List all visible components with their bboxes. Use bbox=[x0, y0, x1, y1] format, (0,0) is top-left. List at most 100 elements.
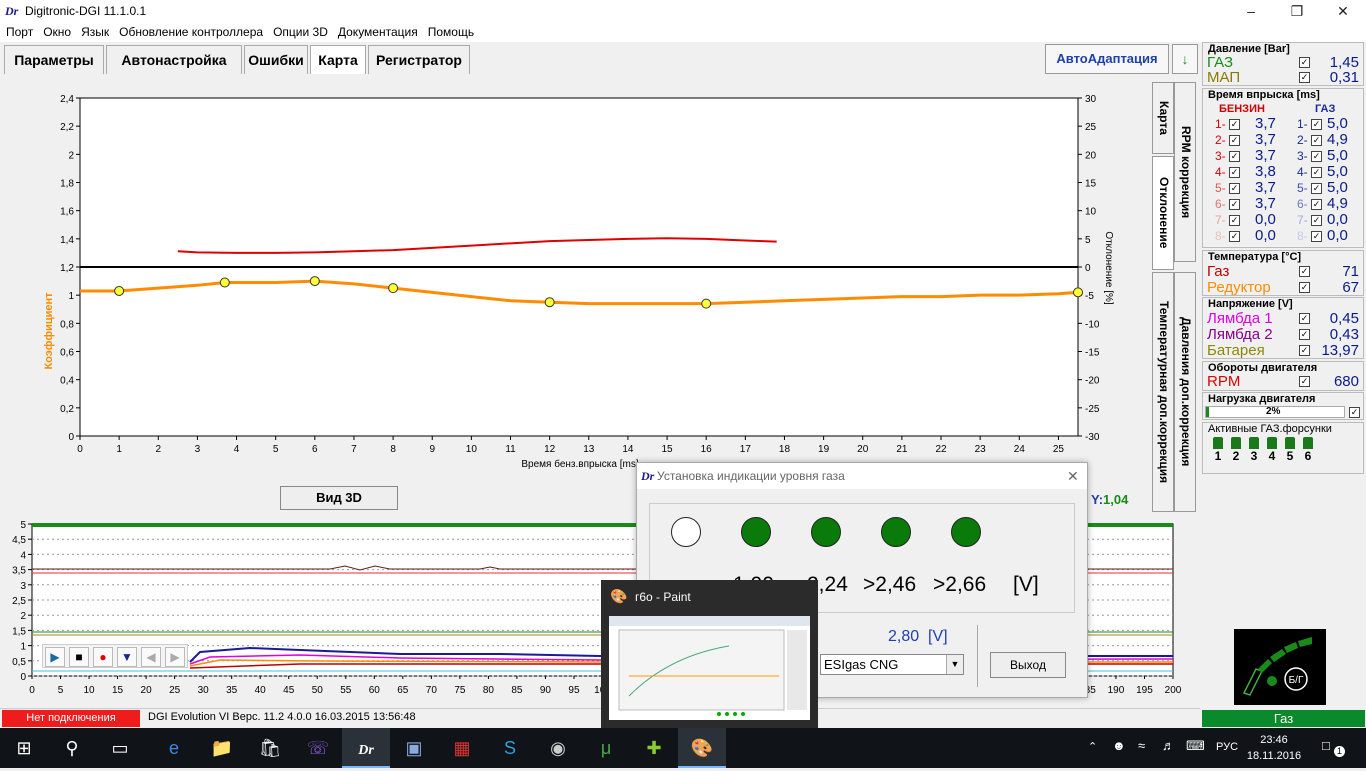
exit-button[interactable]: Выход bbox=[990, 652, 1066, 678]
search-icon[interactable]: ⚲ bbox=[48, 728, 96, 768]
menu-documentation[interactable]: Документация bbox=[332, 22, 422, 39]
paint-taskbar-icon[interactable]: 🎨 bbox=[678, 728, 726, 768]
digitronic-taskbar-icon[interactable]: Dr bbox=[342, 728, 390, 768]
menu-language[interactable]: Язык bbox=[75, 22, 113, 39]
vtab-deviation[interactable]: Отклонение bbox=[1152, 156, 1174, 270]
y-readout-value: 1,04 bbox=[1103, 492, 1129, 507]
gas-injector-num: 4- bbox=[1297, 165, 1308, 179]
tab-autotune[interactable]: Автонастройка bbox=[106, 45, 242, 74]
volume-icon[interactable]: ♬ bbox=[1162, 738, 1175, 753]
gas-injector-checkbox[interactable]: ✓ bbox=[1311, 135, 1322, 146]
sensor-select[interactable]: ESIgas CNG bbox=[820, 654, 964, 675]
viber-icon[interactable]: ☏ bbox=[294, 728, 342, 768]
gas-injector-checkbox[interactable]: ✓ bbox=[1311, 119, 1322, 130]
store-icon[interactable]: 🛍 bbox=[246, 728, 294, 768]
tab-errors[interactable]: Ошибки bbox=[244, 45, 308, 74]
y2-tick-label: 25 bbox=[1085, 122, 1097, 133]
chevron-down-icon[interactable]: ▼ bbox=[946, 655, 963, 674]
explorer-icon[interactable]: 📁 bbox=[198, 728, 246, 768]
battery-label: Батарея bbox=[1207, 342, 1265, 359]
petrol-injector-checkbox[interactable]: ✓ bbox=[1229, 215, 1240, 226]
utorrent-icon[interactable]: μ bbox=[582, 728, 630, 768]
menu-update[interactable]: Обновление контроллера bbox=[113, 22, 267, 39]
petrol-injector-checkbox[interactable]: ✓ bbox=[1229, 183, 1240, 194]
petrol-injector-checkbox[interactable]: ✓ bbox=[1229, 231, 1240, 242]
injector-icon bbox=[1285, 437, 1295, 449]
recorder-x-tick-label: 10 bbox=[83, 685, 95, 696]
tray-chevron-icon[interactable]: ⌃ bbox=[1088, 740, 1097, 753]
notification-icon[interactable]: □ 1 bbox=[1322, 738, 1345, 758]
x-tick-label: 2 bbox=[155, 444, 161, 455]
edge-icon[interactable]: e bbox=[150, 728, 198, 768]
record-icon[interactable]: ● bbox=[93, 647, 113, 667]
tab-map[interactable]: Карта bbox=[310, 45, 366, 74]
menu-help[interactable]: Помощь bbox=[422, 22, 478, 39]
vtab-rpm-correction[interactable]: RPM коррекция bbox=[1174, 82, 1196, 262]
vtab-pressure-correction[interactable]: Давления доп.коррекция bbox=[1174, 272, 1196, 512]
voltage-unit: [V] bbox=[928, 628, 948, 645]
gas-temp-checkbox[interactable]: ✓ bbox=[1299, 266, 1310, 277]
wifi-icon[interactable]: ≈ bbox=[1138, 738, 1145, 753]
gas-injector-checkbox[interactable]: ✓ bbox=[1311, 167, 1322, 178]
prev-icon[interactable]: ◀ bbox=[141, 647, 161, 667]
stop-icon[interactable]: ■ bbox=[69, 647, 89, 667]
menu-window[interactable]: Окно bbox=[37, 22, 75, 39]
map-pressure-checkbox[interactable]: ✓ bbox=[1299, 72, 1310, 83]
gas-injector-checkbox[interactable]: ✓ bbox=[1311, 151, 1322, 162]
gas-pressure-checkbox[interactable]: ✓ bbox=[1299, 57, 1310, 68]
maximize-button[interactable]: ❐ bbox=[1274, 0, 1320, 22]
load-checkbox[interactable]: ✓ bbox=[1349, 407, 1360, 418]
gas-injector-checkbox[interactable]: ✓ bbox=[1311, 215, 1322, 226]
rpm-checkbox[interactable]: ✓ bbox=[1299, 376, 1310, 387]
petrol-injector-num: 4- bbox=[1215, 165, 1226, 179]
paint-preview[interactable]: 🎨 г6о - Paint bbox=[601, 580, 818, 728]
level-lamp-5 bbox=[951, 517, 981, 547]
petrol-injector-checkbox[interactable]: ✓ bbox=[1229, 199, 1240, 210]
close-button[interactable]: ✕ bbox=[1320, 0, 1366, 22]
recorder-x-tick-label: 200 bbox=[1165, 685, 1182, 696]
tray-people-icon[interactable]: ☻ bbox=[1112, 738, 1126, 753]
recorder-y-tick-label: 5 bbox=[20, 520, 26, 531]
minimize-button[interactable]: – bbox=[1228, 0, 1274, 22]
petrol-injector-checkbox[interactable]: ✓ bbox=[1229, 119, 1240, 130]
app-icon-3[interactable]: ▦ bbox=[438, 728, 486, 768]
app-icon-2[interactable]: ▣ bbox=[390, 728, 438, 768]
gas-injector-num: 7- bbox=[1297, 213, 1308, 227]
gas-injector-checkbox[interactable]: ✓ bbox=[1311, 231, 1322, 242]
lambda1-checkbox[interactable]: ✓ bbox=[1299, 313, 1310, 324]
save-down-icon[interactable]: ▼ bbox=[117, 647, 137, 667]
media-icon[interactable]: ◉ bbox=[534, 728, 582, 768]
reducer-temp-label: Редуктор bbox=[1207, 279, 1271, 296]
link-icon[interactable]: ↓ bbox=[1172, 44, 1198, 74]
view-3d-button[interactable]: Вид 3D bbox=[280, 486, 398, 510]
plus-app-icon[interactable]: ✚ bbox=[630, 728, 678, 768]
gas-injector-checkbox[interactable]: ✓ bbox=[1311, 183, 1322, 194]
tab-parameters[interactable]: Параметры bbox=[4, 45, 104, 74]
dialog-close-icon[interactable]: ✕ bbox=[1067, 463, 1079, 489]
lambda2-checkbox[interactable]: ✓ bbox=[1299, 329, 1310, 340]
battery-checkbox[interactable]: ✓ bbox=[1299, 345, 1310, 356]
next-icon[interactable]: ▶ bbox=[165, 647, 185, 667]
start-icon[interactable]: ⊞ bbox=[0, 728, 48, 768]
skype-icon[interactable]: S bbox=[486, 728, 534, 768]
play-icon[interactable]: ▶ bbox=[45, 647, 65, 667]
load-bar: 2% bbox=[1205, 406, 1345, 418]
vtab-temperature-correction[interactable]: Температурная доп.коррекция bbox=[1152, 272, 1174, 512]
clock[interactable]: 23:46 18.11.2016 bbox=[1244, 732, 1304, 764]
reducer-temp-checkbox[interactable]: ✓ bbox=[1299, 282, 1310, 293]
y-readout: Y:1,04 bbox=[1091, 492, 1128, 507]
language-indicator[interactable]: РУС bbox=[1216, 741, 1238, 753]
menu-port[interactable]: Порт bbox=[0, 22, 37, 39]
task-view-icon[interactable]: ▭ bbox=[96, 728, 144, 768]
vtab-map[interactable]: Карта bbox=[1152, 82, 1174, 154]
petrol-injector-checkbox[interactable]: ✓ bbox=[1229, 135, 1240, 146]
tab-recorder[interactable]: Регистратор bbox=[368, 45, 470, 74]
auto-adapt-button[interactable]: АвтоАдаптация bbox=[1045, 44, 1169, 74]
petrol-injector-checkbox[interactable]: ✓ bbox=[1229, 151, 1240, 162]
gas-injector-checkbox[interactable]: ✓ bbox=[1311, 199, 1322, 210]
petrol-injector-checkbox[interactable]: ✓ bbox=[1229, 167, 1240, 178]
y-tick-label: 0,8 bbox=[60, 319, 74, 330]
menu-options-3d[interactable]: Опции 3D bbox=[267, 22, 332, 39]
gas-injection-value: 5,0 bbox=[1327, 179, 1348, 196]
keyboard-icon[interactable]: ⌨ bbox=[1186, 738, 1205, 754]
